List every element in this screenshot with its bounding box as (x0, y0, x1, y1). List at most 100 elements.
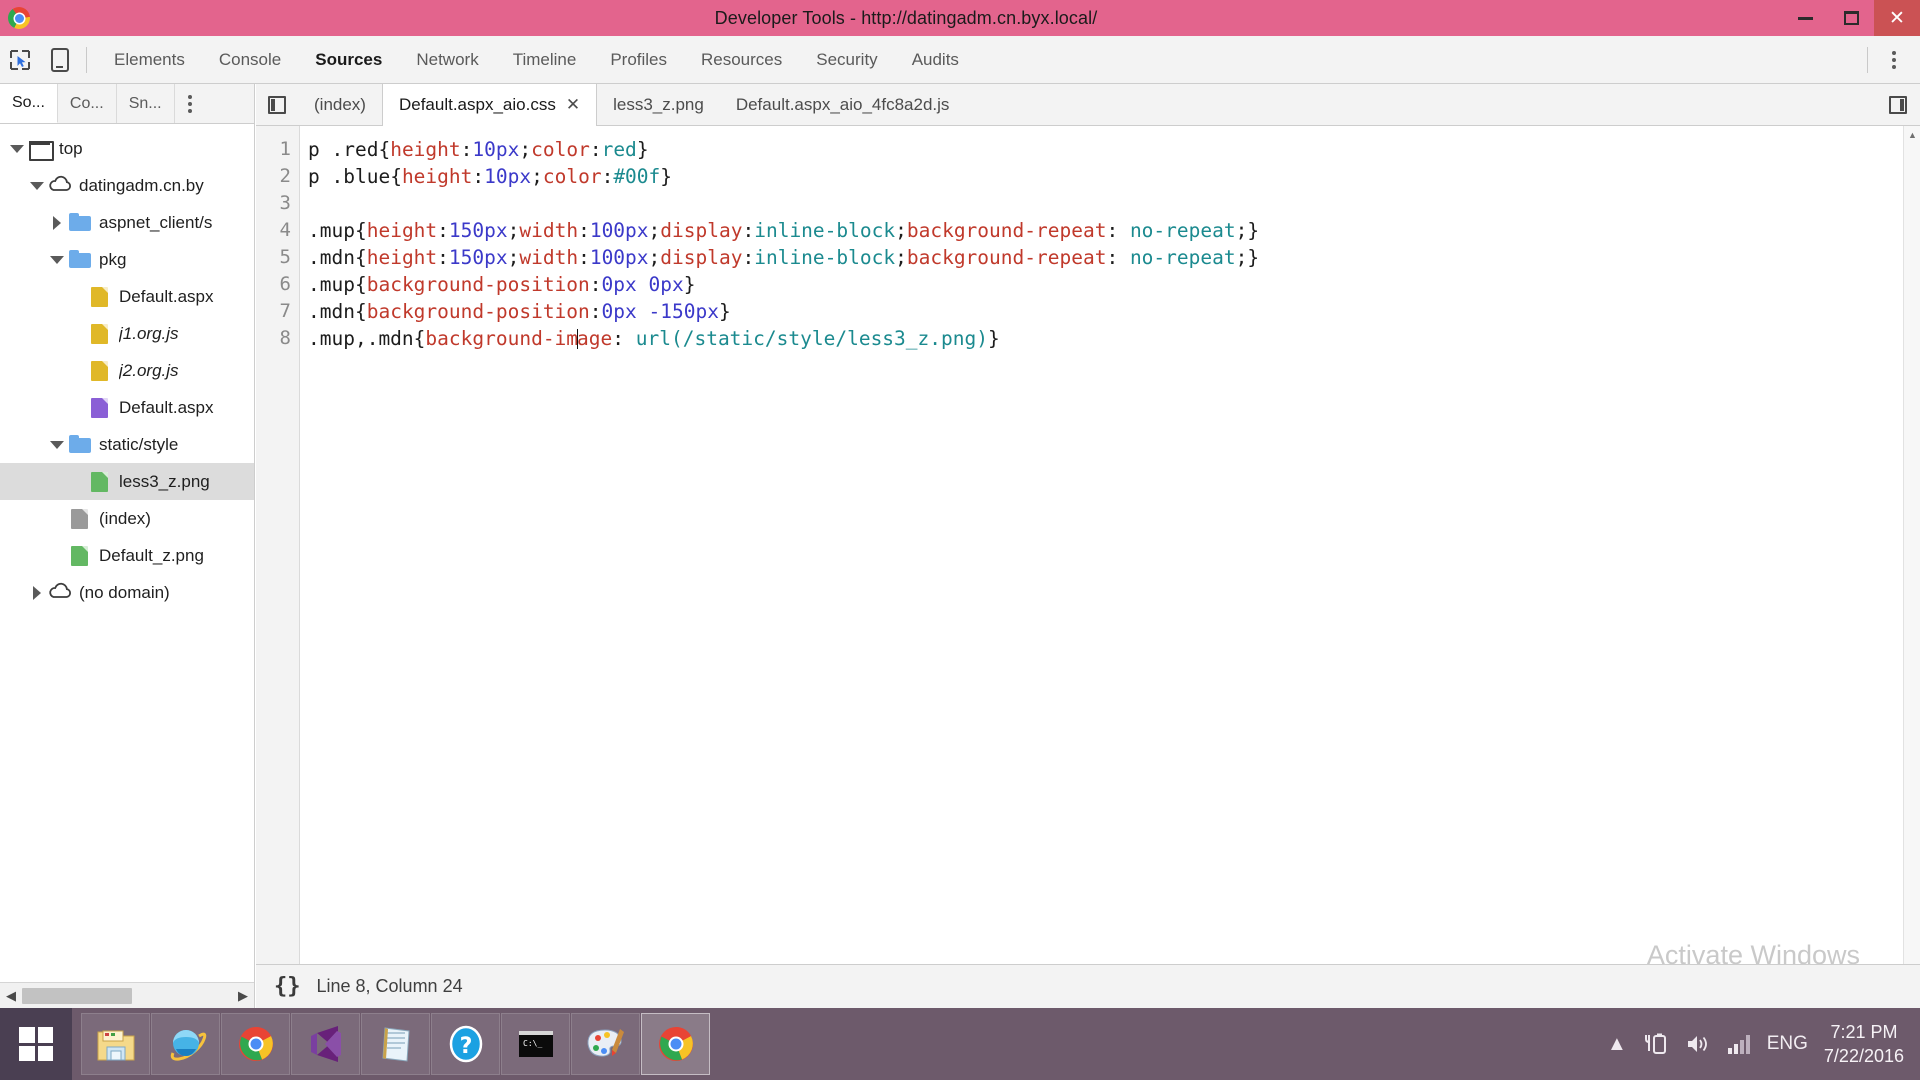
tree-twisty-closed-icon[interactable] (28, 584, 46, 602)
file-icon (68, 545, 92, 567)
pretty-print-braces-icon[interactable]: {} (274, 974, 301, 999)
maximize-button[interactable] (1828, 0, 1874, 36)
tree-item-default-z-png[interactable]: Default_z.png (0, 537, 254, 574)
scroll-left-arrow-icon[interactable]: ◀ (0, 988, 22, 1004)
expand-sidebar-icon (1889, 96, 1907, 114)
tab-console[interactable]: Console (202, 36, 298, 83)
minimize-button[interactable] (1782, 0, 1828, 36)
close-icon[interactable]: ✕ (566, 95, 580, 115)
volume-icon[interactable] (1685, 1032, 1711, 1056)
navigator-tab-content-scripts[interactable]: Co... (58, 84, 117, 123)
tree-twisty-open-icon[interactable] (28, 177, 46, 195)
code-line[interactable]: .mup,.mdn{background-image: url(/static/… (308, 325, 1920, 352)
editor-tab-label: less3_z.png (613, 95, 704, 115)
tab-audits[interactable]: Audits (895, 36, 976, 83)
signal-bars-icon[interactable] (1727, 1033, 1751, 1055)
language-indicator[interactable]: ENG (1767, 1033, 1808, 1055)
tree-item-j1-org-js[interactable]: j1.org.js (0, 315, 254, 352)
devtools-main-menu-button[interactable] (1874, 40, 1914, 80)
code-line[interactable]: p .red{height:10px;color:red} (308, 136, 1920, 163)
tree-item-static-style[interactable]: static/style (0, 426, 254, 463)
code-content[interactable]: p .red{height:10px;color:red}p .blue{hei… (300, 126, 1920, 1008)
code-token-punc: : (590, 273, 602, 296)
code-editor[interactable]: 12345678 p .red{height:10px;color:red}p … (256, 126, 1920, 1008)
toggle-device-toolbar-button[interactable] (40, 40, 80, 80)
tree-item-top[interactable]: top (0, 130, 254, 167)
tree-twisty-open-icon[interactable] (8, 140, 26, 158)
navigator-tabs: So... Co... Sn... (0, 84, 254, 124)
navigator-tab-sources[interactable]: So... (0, 84, 58, 123)
kebab-menu-icon (188, 95, 192, 113)
clock[interactable]: 7:21 PM 7/22/2016 (1824, 1020, 1904, 1069)
tree-item-index[interactable]: (index) (0, 500, 254, 537)
taskbar-button-command-prompt[interactable]: C:\_ (501, 1013, 570, 1075)
editor-tab-less3-z-png[interactable]: less3_z.png (597, 84, 720, 125)
tree-item-less3-z-png[interactable]: less3_z.png (0, 463, 254, 500)
file-icon (88, 471, 112, 493)
code-token-punc: { (355, 246, 367, 269)
scrollbar-thumb[interactable] (22, 988, 132, 1004)
taskbar-button-internet-explorer[interactable] (151, 1013, 220, 1075)
tree-item-pkg[interactable]: pkg (0, 241, 254, 278)
scroll-right-arrow-icon[interactable]: ▶ (232, 988, 254, 1004)
taskbar-button-help[interactable]: ? (431, 1013, 500, 1075)
taskbar-button-paint[interactable] (571, 1013, 640, 1075)
navigator-menu-button[interactable] (175, 84, 205, 123)
tree-item-label: static/style (99, 435, 178, 455)
code-token-val: red (602, 138, 637, 161)
taskbar-button-google-chrome[interactable] (221, 1013, 290, 1075)
tree-spacer (48, 510, 66, 528)
tab-resources[interactable]: Resources (684, 36, 799, 83)
code-token-punc: } (988, 327, 1000, 350)
code-token-punc: ; (649, 219, 661, 242)
code-line[interactable]: .mdn{height:150px;width:100px;display:in… (308, 244, 1920, 271)
window-title: Developer Tools - http://datingadm.cn.by… (30, 8, 1782, 29)
tab-timeline[interactable]: Timeline (496, 36, 594, 83)
tree-twisty-open-icon[interactable] (48, 436, 66, 454)
code-line[interactable]: .mup{height:150px;width:100px;display:in… (308, 217, 1920, 244)
show-hidden-icons-arrow[interactable]: ▲ (1607, 1033, 1627, 1056)
navigator-tab-snippets[interactable]: Sn... (117, 84, 175, 123)
inspect-element-button[interactable] (0, 40, 40, 80)
taskbar-button-file-explorer[interactable] (81, 1013, 150, 1075)
code-line[interactable] (308, 190, 1920, 217)
tree-item-default-aspx[interactable]: Default.aspx (0, 278, 254, 315)
editor-tab-index[interactable]: (index) (298, 84, 382, 125)
tab-profiles[interactable]: Profiles (593, 36, 684, 83)
tree-item-j2-org-js[interactable]: j2.org.js (0, 352, 254, 389)
file-icon (88, 360, 112, 382)
tree-item-label: pkg (99, 250, 126, 270)
navigator-horizontal-scrollbar[interactable]: ◀ ▶ (0, 982, 254, 1008)
code-token-prop: background-position (367, 273, 590, 296)
tree-item-default-aspx[interactable]: Default.aspx (0, 389, 254, 426)
code-line[interactable]: .mdn{background-position:0px -150px} (308, 298, 1920, 325)
tab-security[interactable]: Security (799, 36, 894, 83)
line-number: 7 (256, 298, 299, 325)
tree-twisty-open-icon[interactable] (48, 251, 66, 269)
expand-sidebar-button[interactable] (1876, 84, 1920, 125)
close-button[interactable]: ✕ (1874, 0, 1920, 36)
inspect-cursor-icon (9, 49, 31, 71)
editor-tab-default-aspx-aio-js[interactable]: Default.aspx_aio_4fc8a2d.js (720, 84, 966, 125)
code-token-punc: } (660, 165, 672, 188)
tab-elements[interactable]: Elements (97, 36, 202, 83)
editor-tab-default-aspx-aio-css[interactable]: Default.aspx_aio.css ✕ (382, 84, 597, 126)
taskbar-button-visual-studio[interactable] (291, 1013, 360, 1075)
code-line[interactable]: p .blue{height:10px;color:#00f} (308, 163, 1920, 190)
scroll-up-arrow-icon[interactable]: ▲ (1904, 126, 1920, 143)
tree-item-no-domain[interactable]: (no domain) (0, 574, 254, 611)
tab-sources[interactable]: Sources (298, 36, 399, 83)
file-tree[interactable]: topdatingadm.cn.byaspnet_client/spkg Defa… (0, 124, 254, 982)
start-button[interactable] (0, 1008, 72, 1080)
taskbar-button-notepad[interactable] (361, 1013, 430, 1075)
taskbar-button-google-chrome-devtools[interactable] (641, 1013, 710, 1075)
editor-vertical-scrollbar[interactable]: ▲ ▼ (1903, 126, 1920, 1008)
code-token-punc: } (1247, 246, 1259, 269)
tree-item-datingadm-cn-by[interactable]: datingadm.cn.by (0, 167, 254, 204)
tree-item-aspnet-client-s[interactable]: aspnet_client/s (0, 204, 254, 241)
code-line[interactable]: .mup{background-position:0px 0px} (308, 271, 1920, 298)
collapse-navigator-button[interactable] (256, 84, 298, 125)
tab-network[interactable]: Network (399, 36, 495, 83)
battery-charging-icon[interactable] (1643, 1031, 1669, 1057)
tree-twisty-closed-icon[interactable] (48, 214, 66, 232)
